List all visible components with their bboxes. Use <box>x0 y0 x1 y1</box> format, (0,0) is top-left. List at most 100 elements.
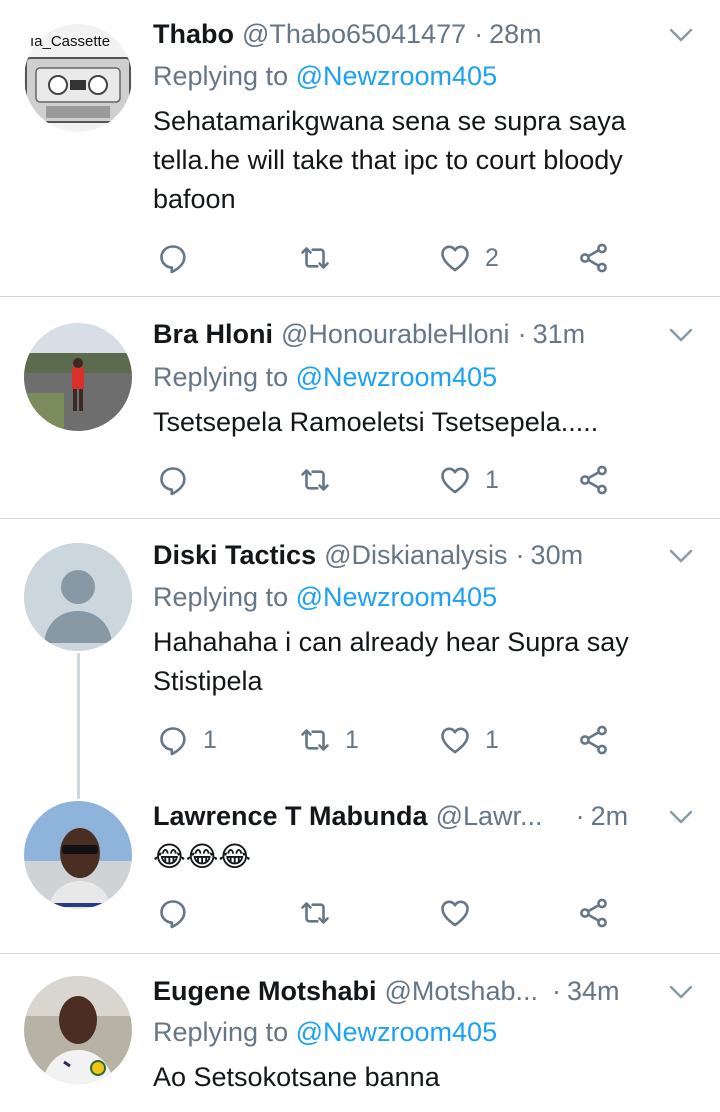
chevron-down-icon[interactable] <box>668 543 694 569</box>
avatar-eugene[interactable] <box>24 976 132 1084</box>
tweet-text: Tsetsepela Ramoeletsi Tsetsepela..... <box>153 407 599 437</box>
reply-icon <box>157 242 189 274</box>
replying-to-mention[interactable]: @Newzroom405 <box>296 362 498 392</box>
tweet-text: Sehatamarikgwana sena se supra saya tell… <box>153 106 626 214</box>
reply-icon <box>157 464 189 496</box>
author-name[interactable]: Eugene Motshabi <box>153 971 377 1011</box>
like-count: 2 <box>485 243 499 272</box>
replying-to-mention[interactable]: @Newzroom405 <box>296 61 498 91</box>
author-handle[interactable]: @HonourableHloni <box>281 314 510 354</box>
time-separator: · <box>517 319 527 349</box>
eugene-photo <box>24 976 132 1084</box>
author-name[interactable]: Diski Tactics <box>153 535 316 575</box>
reply-button[interactable] <box>157 238 203 278</box>
like-button[interactable]: 1 <box>439 460 499 500</box>
replying-to: Replying to @Newzroom405 <box>153 56 497 96</box>
heart-icon <box>439 897 471 929</box>
retweet-button[interactable]: 1 <box>299 720 359 760</box>
tweet-time[interactable]: 31m <box>533 314 586 354</box>
author-handle[interactable]: @Motshab... <box>385 971 538 1011</box>
reply-count: 1 <box>203 725 217 754</box>
replying-to-label: Replying to <box>153 582 289 612</box>
tweet-time[interactable]: 34m <box>567 971 620 1011</box>
tweet-actions: 2 <box>157 238 637 278</box>
heart-icon <box>439 464 471 496</box>
like-button[interactable] <box>439 893 485 933</box>
tweet[interactable]: Lawrence T Mabunda @Lawr... · 2m 😂😂😂 <box>0 785 720 953</box>
replying-to-mention[interactable]: @Newzroom405 <box>296 582 498 612</box>
avatar-lawrence[interactable] <box>24 801 132 909</box>
retweet-button[interactable] <box>299 893 345 933</box>
retweet-icon <box>299 464 331 496</box>
share-button[interactable] <box>578 460 610 500</box>
time-separator: · <box>575 801 585 831</box>
tweet-header: Bra Hloni @HonourableHloni · 31m <box>153 314 660 354</box>
retweet-button[interactable] <box>299 238 345 278</box>
tweet[interactable]: ıa_Cassette Thabo @Thabo65041477 · 28m R… <box>0 0 720 296</box>
chevron-down-icon[interactable] <box>668 322 694 348</box>
author-name[interactable]: Lawrence T Mabunda <box>153 796 428 836</box>
chevron-down-icon[interactable] <box>668 22 694 48</box>
tweet-time[interactable]: 28m <box>489 14 542 54</box>
heart-icon <box>439 724 471 756</box>
replying-to: Replying to @Newzroom405 <box>153 577 497 617</box>
time-separator: · <box>552 976 561 1006</box>
replying-to: Replying to @Newzroom405 <box>153 357 497 397</box>
tweet-actions: 1 <box>157 460 637 500</box>
replying-to-label: Replying to <box>153 362 289 392</box>
share-button[interactable] <box>578 720 610 760</box>
avatar-runner[interactable] <box>24 323 132 431</box>
chevron-down-icon[interactable] <box>668 979 694 1005</box>
avatar-default[interactable] <box>24 543 132 651</box>
share-button[interactable] <box>578 238 610 278</box>
replying-to-label: Replying to <box>153 1017 289 1047</box>
reply-icon <box>157 897 189 929</box>
retweet-count: 1 <box>345 725 359 754</box>
avatar-label: ıa_Cassette <box>30 33 111 50</box>
reply-icon <box>157 724 189 756</box>
tweet-time[interactable]: 2m <box>591 796 629 836</box>
tweet[interactable]: Eugene Motshabi @Motshab... · 34m Replyi… <box>0 954 720 1112</box>
tweet-text: Hahahaha i can already hear Supra say St… <box>153 627 629 696</box>
tweet-text: 😂😂😂 <box>153 841 252 872</box>
tweet-actions: 1 1 1 <box>157 720 637 760</box>
reply-button[interactable] <box>157 893 203 933</box>
tweet-header: Diski Tactics @Diskianalysis · 30m <box>153 535 660 575</box>
tweet-time[interactable]: 30m <box>531 535 584 575</box>
lawrence-photo <box>24 801 132 909</box>
thread-connector <box>77 653 80 799</box>
heart-icon <box>439 242 471 274</box>
chevron-down-icon[interactable] <box>668 804 694 830</box>
retweet-icon <box>299 897 331 929</box>
author-name[interactable]: Bra Hloni <box>153 314 273 354</box>
reply-button[interactable]: 1 <box>157 720 217 760</box>
time-separator: · <box>474 19 484 49</box>
tweet-text: Ao Setsokotsane banna <box>153 1062 440 1092</box>
author-name[interactable]: Thabo <box>153 14 234 54</box>
author-handle[interactable]: @Lawr... <box>436 796 546 836</box>
like-button[interactable]: 1 <box>439 720 499 760</box>
author-handle[interactable]: @Diskianalysis <box>324 535 507 575</box>
replying-to-mention[interactable]: @Newzroom405 <box>296 1017 498 1047</box>
author-handle[interactable]: @Thabo65041477 <box>242 14 466 54</box>
share-icon <box>578 464 610 496</box>
share-icon <box>578 897 610 929</box>
tweet-header: Eugene Motshabi @Motshab... · 34m <box>153 971 660 1011</box>
reply-button[interactable] <box>157 460 203 500</box>
replying-to-label: Replying to <box>153 61 289 91</box>
tweet-header: Lawrence T Mabunda @Lawr... · 2m <box>153 796 660 836</box>
retweet-button[interactable] <box>299 460 345 500</box>
share-icon <box>578 724 610 756</box>
tweet[interactable]: Diski Tactics @Diskianalysis · 30m Reply… <box>0 519 720 799</box>
share-button[interactable] <box>578 893 610 933</box>
tweet-actions <box>157 893 637 933</box>
default-profile-icon <box>24 543 132 651</box>
tweet[interactable]: Bra Hloni @HonourableHloni · 31m Replyin… <box>0 297 720 518</box>
tweet-header: Thabo @Thabo65041477 · 28m <box>153 14 660 54</box>
share-icon <box>578 242 610 274</box>
runner-photo <box>24 323 132 431</box>
like-count: 1 <box>485 465 499 494</box>
like-button[interactable]: 2 <box>439 238 499 278</box>
time-separator: · <box>515 540 525 570</box>
like-count: 1 <box>485 725 499 754</box>
